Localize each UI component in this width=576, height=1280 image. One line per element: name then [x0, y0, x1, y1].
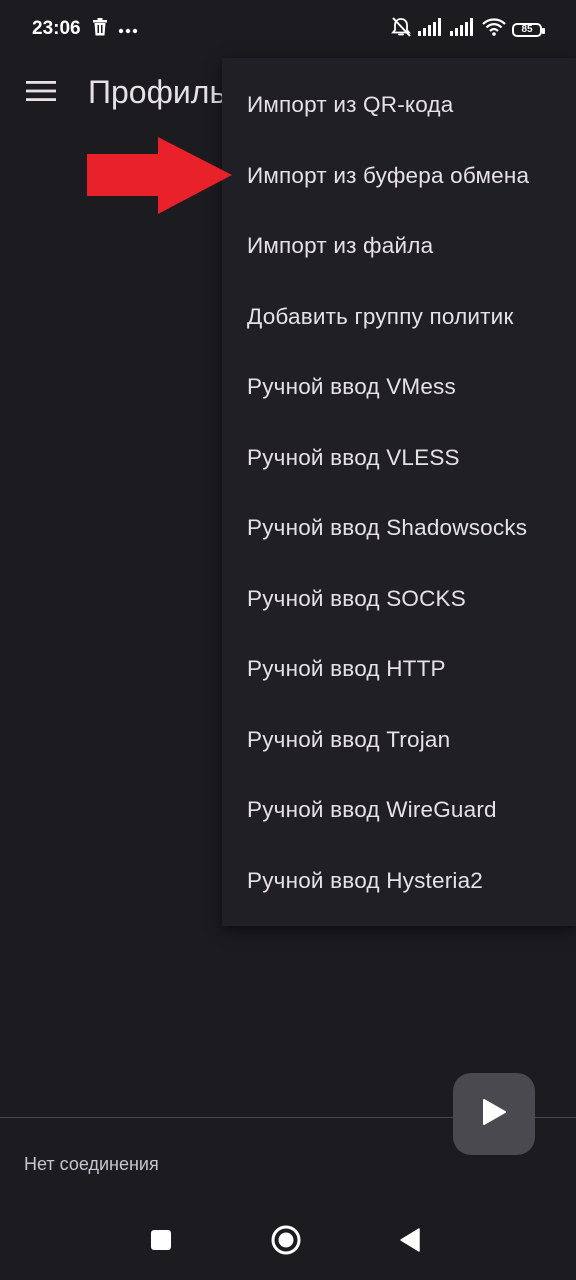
menu-item-import-clipboard[interactable]: Импорт из буфера обмена: [222, 141, 576, 212]
battery-level: 85: [521, 24, 533, 35]
menu-item-manual-trojan[interactable]: Ручной ввод Trojan: [222, 705, 576, 776]
recents-square-icon: [150, 1229, 172, 1256]
hamburger-menu-button[interactable]: [22, 76, 60, 110]
menu-item-manual-wireguard[interactable]: Ручной ввод WireGuard: [222, 775, 576, 846]
system-navigation-bar: [0, 1200, 576, 1280]
trash-icon: [92, 18, 108, 41]
back-button[interactable]: [390, 1222, 430, 1262]
back-triangle-icon: [399, 1227, 421, 1257]
battery-icon: 85: [512, 22, 545, 37]
import-dropdown-menu: Импорт из QR-кода Импорт из буфера обмен…: [222, 58, 576, 926]
menu-item-manual-shadowsocks[interactable]: Ручной ввод Shadowsocks: [222, 493, 576, 564]
menu-item-import-qr[interactable]: Импорт из QR-кода: [222, 70, 576, 141]
menu-item-manual-vmess[interactable]: Ручной ввод VMess: [222, 352, 576, 423]
connection-status: Нет соединения: [24, 1154, 159, 1174]
menu-item-import-file[interactable]: Импорт из файла: [222, 211, 576, 282]
status-time: 23:06: [32, 18, 81, 39]
page-title: Профиль: [88, 74, 227, 110]
home-button[interactable]: [266, 1222, 306, 1262]
signal-icon: [450, 18, 476, 41]
bell-off-icon: [390, 16, 412, 43]
menu-item-manual-http[interactable]: Ручной ввод HTTP: [222, 634, 576, 705]
more-dots-icon: [118, 21, 138, 39]
signal-icon: [418, 18, 444, 41]
menu-item-manual-socks[interactable]: Ручной ввод SOCKS: [222, 564, 576, 635]
menu-item-manual-hysteria2[interactable]: Ручной ввод Hysteria2: [222, 846, 576, 917]
red-arrow-annotation: [86, 136, 236, 221]
start-connection-button[interactable]: [453, 1073, 535, 1155]
wifi-icon: [482, 18, 506, 41]
hamburger-menu-icon: [26, 80, 56, 107]
menu-item-manual-vless[interactable]: Ручной ввод VLESS: [222, 423, 576, 494]
menu-item-add-policy-group[interactable]: Добавить группу политик: [222, 282, 576, 353]
status-bar: 23:06 85: [0, 0, 576, 60]
recents-button[interactable]: [141, 1222, 181, 1262]
home-circle-icon: [270, 1224, 302, 1261]
play-icon: [481, 1098, 507, 1131]
